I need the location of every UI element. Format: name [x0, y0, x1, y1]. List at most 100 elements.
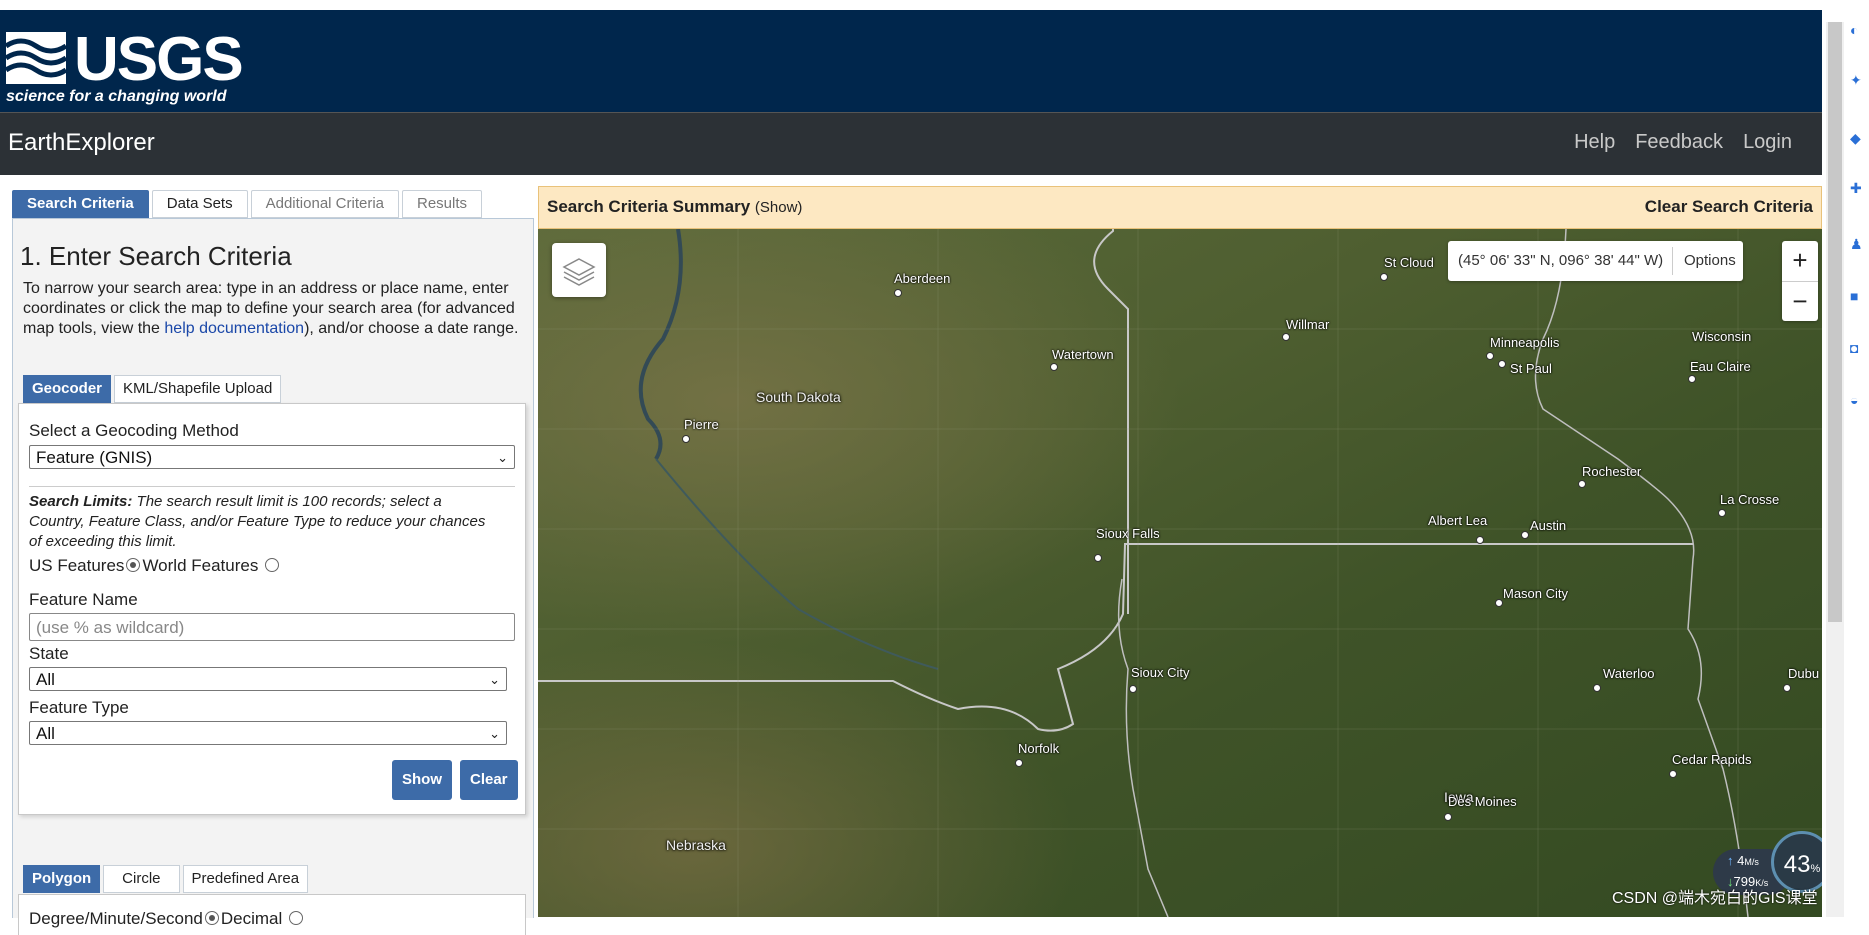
step-title: 1. Enter Search Criteria	[20, 241, 292, 271]
feature-name-label: Feature Name	[29, 590, 138, 609]
map-city-label: Rochester	[1582, 464, 1642, 479]
map-city-dot	[1129, 685, 1137, 693]
zoom-control: + −	[1782, 241, 1818, 321]
side-icon[interactable]: ■	[1850, 288, 1858, 304]
summary-show-link[interactable]: (Show)	[755, 199, 803, 216]
side-icon[interactable]: ◒	[1850, 392, 1858, 408]
tab-polygon[interactable]: Polygon	[23, 865, 101, 893]
geocoding-method-label: Select a Geocoding Method	[29, 421, 239, 440]
map-city-dot	[1718, 509, 1726, 517]
geocoder-box: Select a Geocoding Method Feature (GNIS)…	[18, 403, 526, 815]
zoom-in-button[interactable]: +	[1782, 241, 1818, 282]
map-area: Search Criteria Summary (Show) Clear Sea…	[538, 186, 1822, 917]
usgs-logo[interactable]: USGS science for a changing world	[6, 25, 244, 112]
tab-predefined-area[interactable]: Predefined Area	[182, 865, 309, 893]
chevron-down-icon: ⌄	[489, 672, 500, 687]
feature-type-label: Feature Type	[29, 698, 129, 717]
divider	[1672, 247, 1673, 275]
usgs-wave-icon	[6, 32, 68, 84]
search-panel: Search Criteria Data Sets Additional Cri…	[12, 186, 534, 935]
state-select[interactable]: All ⌄	[29, 667, 507, 691]
side-icon[interactable]: ◆	[1850, 130, 1861, 147]
search-criteria-summary-bar: Search Criteria Summary (Show) Clear Sea…	[538, 186, 1822, 229]
tab-search-criteria[interactable]: Search Criteria	[12, 190, 149, 218]
map-city-label: Mason City	[1503, 586, 1569, 601]
app-navbar: EarthExplorer Help Feedback Login	[0, 112, 1822, 175]
map-city-dot	[1669, 770, 1677, 778]
site-header: USGS science for a changing world	[0, 0, 1822, 112]
dms-radio[interactable]	[204, 910, 219, 925]
area-subtabs: Polygon Circle Predefined Area	[23, 865, 309, 893]
feature-type-select[interactable]: All ⌄	[29, 721, 507, 745]
coordinate-format-row: Degree/Minute/Second Decimal	[29, 909, 305, 929]
nav-login-link[interactable]: Login	[1743, 131, 1792, 154]
map-city-dot	[1521, 531, 1529, 539]
map-city-dot	[1495, 599, 1503, 607]
summary-title: Search Criteria Summary (Show)	[547, 197, 802, 217]
side-icon[interactable]: ✦	[1850, 72, 1862, 89]
clear-search-criteria-link[interactable]: Clear Search Criteria	[1645, 197, 1813, 217]
side-icon[interactable]: ◘	[1850, 340, 1858, 356]
map-city-dot	[1498, 360, 1506, 368]
tab-results[interactable]: Results	[402, 190, 483, 218]
search-limits-heading: Search Limits:	[29, 493, 133, 510]
map-city-dot	[1578, 480, 1586, 488]
map-city-dot	[1486, 352, 1494, 360]
layers-button[interactable]	[552, 243, 606, 297]
map-city-dot	[1380, 273, 1388, 281]
world-features-radio[interactable]	[265, 557, 280, 572]
nav-feedback-link[interactable]: Feedback	[1635, 131, 1723, 154]
csdn-watermark: CSDN @端木宛白的GIS课堂	[1612, 890, 1818, 907]
map-city-label: Cedar Rapids	[1672, 752, 1752, 767]
map-city-dot	[1688, 375, 1696, 383]
map-city-dot	[1015, 759, 1023, 767]
percent-unit: %	[1810, 863, 1821, 875]
chevron-down-icon: ⌄	[497, 450, 508, 465]
side-icon[interactable]: ◐	[1850, 22, 1858, 38]
state-value: All	[36, 670, 55, 689]
map-city-label: Waterloo	[1603, 666, 1655, 681]
clear-button[interactable]: Clear	[460, 760, 518, 800]
scrollbar-thumb[interactable]	[1828, 22, 1842, 622]
feature-name-input[interactable]: (use % as wildcard)	[29, 613, 515, 641]
geocoding-method-value: Feature (GNIS)	[36, 448, 153, 467]
cursor-coordinates: (45° 06' 33" N, 096° 38' 44" W)	[1458, 252, 1664, 269]
map-city-label: Sioux Falls	[1096, 526, 1160, 541]
memory-percent: 43	[1783, 851, 1811, 878]
upload-speed: ↑ 4M/s	[1727, 853, 1759, 868]
divider	[29, 486, 515, 487]
help-documentation-link[interactable]: help documentation	[164, 320, 304, 337]
side-icon[interactable]: ✚	[1850, 180, 1862, 197]
us-features-radio[interactable]	[126, 557, 141, 572]
map-city-dot	[1593, 684, 1601, 692]
upload-arrow-icon: ↑	[1727, 853, 1734, 868]
state-label: State	[29, 644, 69, 663]
tab-geocoder[interactable]: Geocoder	[23, 375, 112, 403]
map-city-label: Sioux City	[1131, 665, 1190, 680]
map-options-button[interactable]: Options	[1684, 241, 1736, 281]
nav-links: Help Feedback Login	[1574, 131, 1792, 154]
decimal-radio[interactable]	[289, 910, 304, 925]
map-city-dot	[1282, 333, 1290, 341]
search-criteria-body: 1. Enter Search Criteria To narrow your …	[12, 218, 534, 935]
page-scrollbar[interactable]	[1826, 22, 1844, 917]
tab-data-sets[interactable]: Data Sets	[151, 190, 248, 218]
intro-text: To narrow your search area: type in an a…	[23, 279, 523, 339]
tab-additional-criteria[interactable]: Additional Criteria	[250, 190, 399, 218]
map-city-label: Watertown	[1052, 347, 1114, 362]
nav-help-link[interactable]: Help	[1574, 131, 1615, 154]
decimal-label: Decimal	[220, 909, 283, 928]
tab-circle[interactable]: Circle	[103, 865, 180, 893]
feature-scope-row: US Features World Features	[29, 556, 281, 576]
satellite-map[interactable]: South Dakota Iowa Nebraska Aberdeen St C…	[538, 229, 1822, 917]
map-city-label: Willmar	[1286, 317, 1330, 332]
geocoding-method-select[interactable]: Feature (GNIS) ⌄	[29, 445, 515, 469]
app-title[interactable]: EarthExplorer	[8, 129, 155, 157]
map-city-label: Minneapolis	[1490, 335, 1560, 350]
side-icon[interactable]: ♟	[1850, 236, 1863, 253]
map-state-label: South Dakota	[756, 389, 841, 405]
map-city-label: Austin	[1530, 518, 1567, 533]
show-button[interactable]: Show	[392, 760, 452, 800]
zoom-out-button[interactable]: −	[1782, 282, 1818, 322]
tab-kml-shapefile-upload[interactable]: KML/Shapefile Upload	[114, 375, 282, 403]
